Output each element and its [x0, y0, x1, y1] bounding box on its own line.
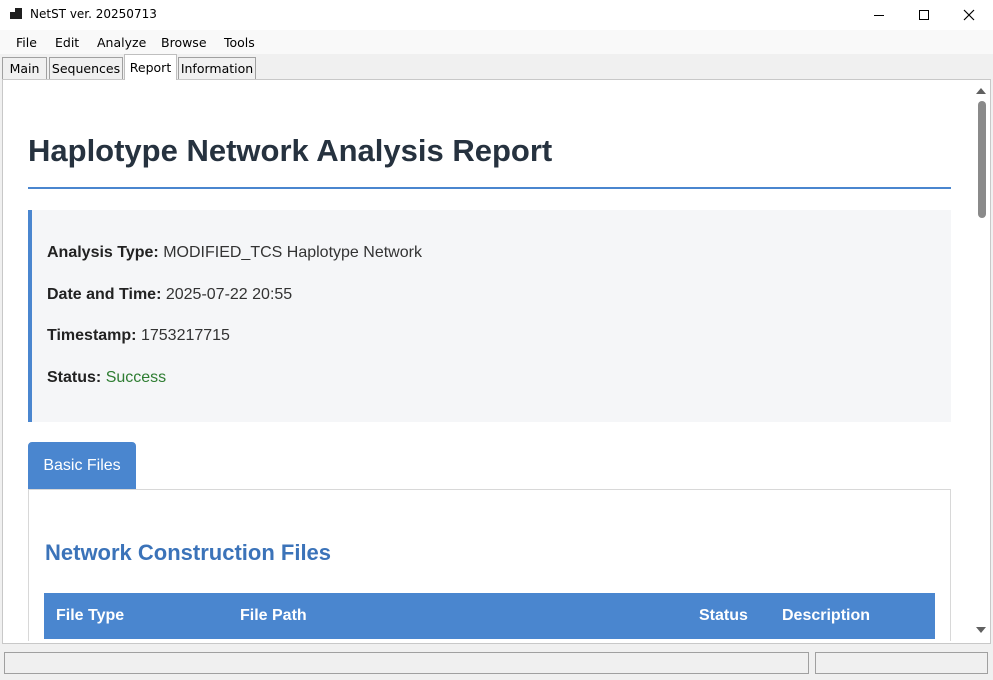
app-window: NetST ver. 20250713 File Edit Analyze Br…	[0, 0, 993, 680]
report-view: Haplotype Network Analysis Report Analys…	[2, 79, 991, 644]
scroll-down-icon[interactable]	[976, 627, 986, 633]
menu-edit[interactable]: Edit	[55, 35, 79, 50]
minimize-icon	[874, 14, 884, 16]
table-header: File Type File Path Status Description	[44, 593, 935, 639]
timestamp-row: Timestamp: 1753217715	[47, 327, 230, 345]
basic-files-panel: Network Construction Files File Type Fil…	[28, 489, 951, 641]
scroll-thumb[interactable]	[978, 101, 986, 218]
section-heading: Network Construction Files	[45, 540, 332, 565]
scroll-up-icon[interactable]	[976, 88, 986, 94]
analysis-type-label: Analysis Type:	[47, 244, 159, 261]
datetime-label: Date and Time:	[47, 286, 162, 303]
close-icon	[963, 9, 975, 21]
summary-box: Analysis Type: MODIFIED_TCS Haplotype Ne…	[28, 210, 951, 422]
tab-basic-files[interactable]: Basic Files	[28, 442, 136, 490]
status-panel-secondary	[815, 652, 988, 674]
menu-analyze[interactable]: Analyze	[97, 35, 146, 50]
title-bar: NetST ver. 20250713	[0, 0, 993, 30]
tab-main[interactable]: Main	[2, 57, 47, 79]
status-bar	[0, 646, 993, 680]
status-value: Success	[105, 369, 167, 386]
status-row: Status: Success	[47, 369, 166, 387]
column-file-path: File Path	[240, 607, 307, 624]
datetime-value: 2025-07-22 20:55	[165, 286, 293, 303]
timestamp-label: Timestamp:	[47, 327, 137, 344]
tab-information[interactable]: Information	[178, 57, 256, 79]
close-button[interactable]	[946, 0, 992, 30]
analysis-type-value: MODIFIED_TCS Haplotype Network	[163, 244, 422, 261]
menu-bar: File Edit Analyze Browse Tools	[0, 30, 993, 54]
title-divider	[28, 187, 951, 189]
maximize-icon	[919, 10, 929, 20]
vertical-scrollbar[interactable]	[972, 80, 990, 643]
column-description: Description	[782, 607, 871, 624]
menu-tools[interactable]: Tools	[224, 35, 255, 50]
analysis-type-row: Analysis Type: MODIFIED_TCS Haplotype Ne…	[47, 244, 422, 262]
column-status: Status	[699, 607, 748, 624]
menu-file[interactable]: File	[16, 35, 37, 50]
tab-strip: Main Sequences Report Information	[0, 54, 993, 80]
tab-sequences[interactable]: Sequences	[49, 57, 123, 79]
maximize-button[interactable]	[901, 0, 947, 30]
datetime-row: Date and Time: 2025-07-22 20:55	[47, 286, 292, 304]
status-panel-main	[4, 652, 809, 674]
report-title: Haplotype Network Analysis Report	[28, 133, 553, 168]
minimize-button[interactable]	[856, 0, 902, 30]
window-title: NetST ver. 20250713	[30, 7, 157, 21]
column-file-type: File Type	[56, 607, 125, 624]
timestamp-value: 1753217715	[140, 327, 230, 344]
menu-browse[interactable]: Browse	[161, 35, 207, 50]
status-label: Status:	[47, 369, 102, 386]
tab-report[interactable]: Report	[124, 54, 177, 80]
report-page: Haplotype Network Analysis Report Analys…	[6, 83, 972, 641]
app-icon	[10, 8, 22, 20]
